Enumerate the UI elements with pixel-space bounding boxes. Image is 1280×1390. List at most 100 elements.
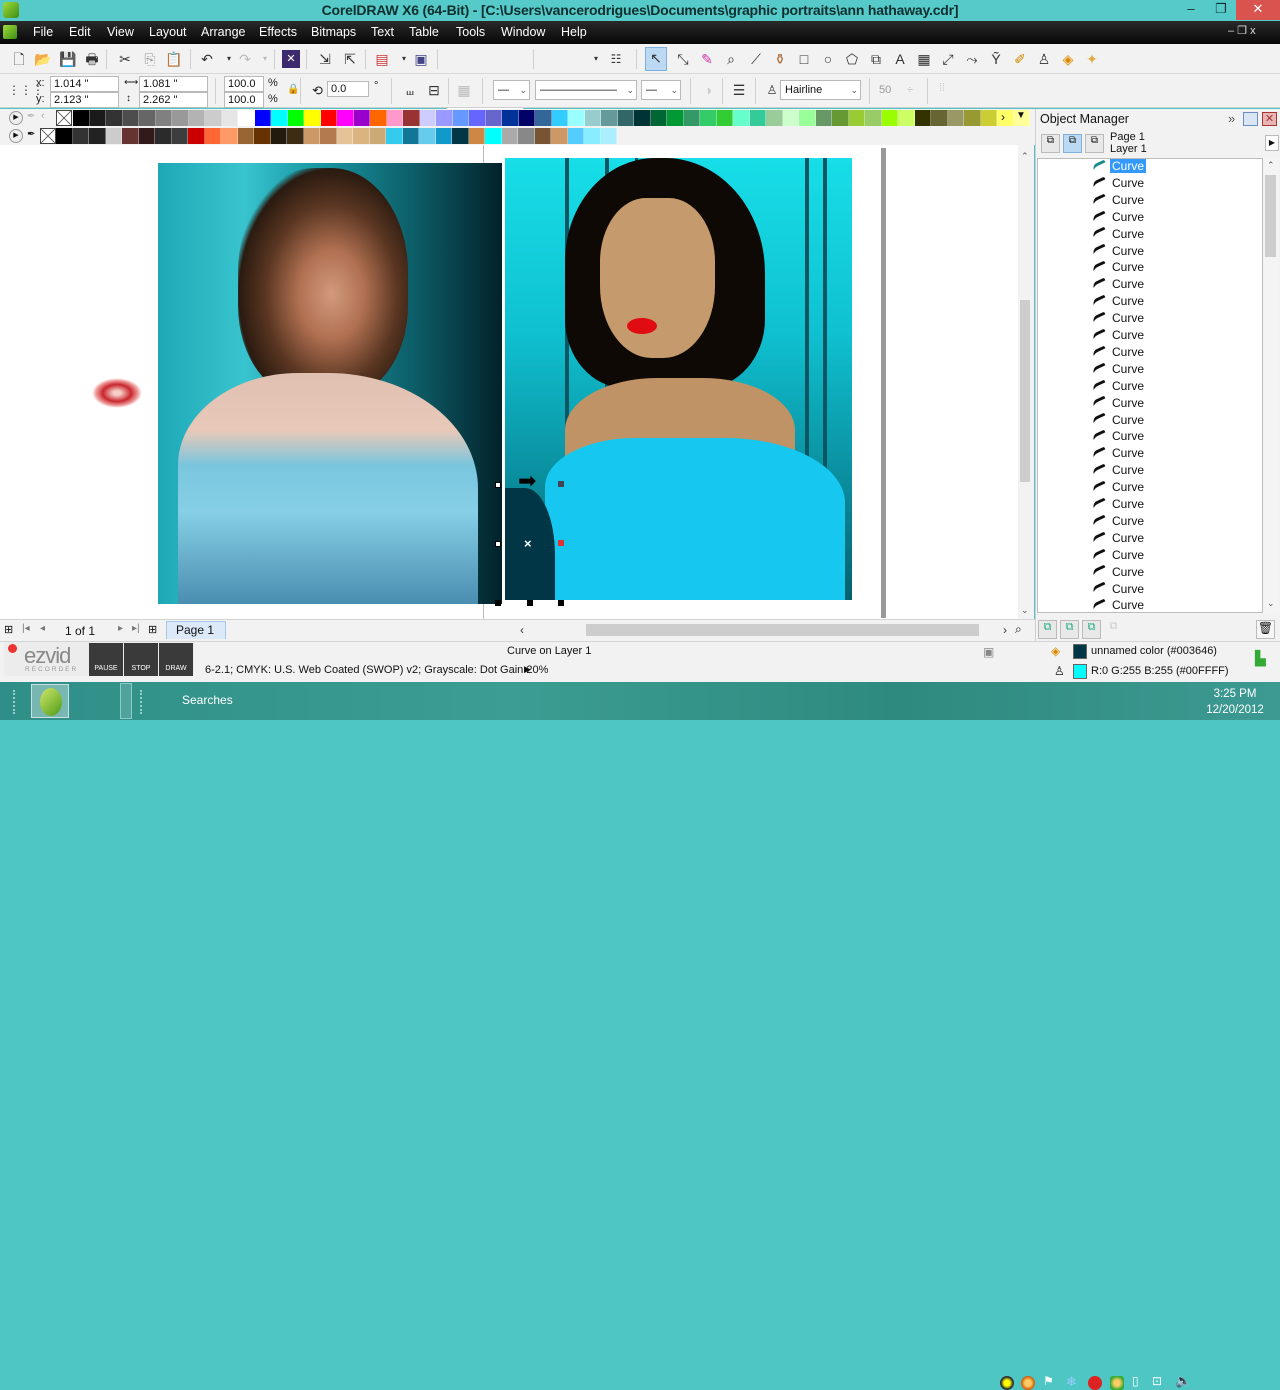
no-color-swatch[interactable] <box>40 128 56 144</box>
spin-icon[interactable]: ÷ <box>907 84 913 96</box>
color-swatch[interactable] <box>600 128 617 144</box>
color-swatch[interactable] <box>204 128 221 144</box>
tray-power-icon[interactable] <box>1088 1376 1102 1390</box>
print-icon[interactable]: 🖶 <box>82 49 102 69</box>
minimize-button[interactable]: – <box>1176 0 1206 20</box>
shape-tool-icon[interactable]: ⤡ <box>673 49 693 69</box>
close-curve-icon[interactable]: ◑ <box>698 80 718 100</box>
cut-icon[interactable]: ✂ <box>115 49 135 69</box>
x-position-input[interactable]: 1.014 " <box>50 76 119 92</box>
application-launcher-icon[interactable]: ▤ <box>372 49 392 69</box>
color-swatch[interactable] <box>502 110 519 126</box>
color-swatch[interactable] <box>320 110 337 126</box>
object-list-item[interactable]: Curve <box>1091 479 1146 496</box>
zoom-navigator-icon[interactable]: ⌕ <box>1015 622 1022 637</box>
scale-x-input[interactable]: 100.0 <box>224 76 264 92</box>
object-list[interactable] <box>1037 158 1263 613</box>
color-swatch[interactable] <box>155 110 172 126</box>
palette-menu-icon[interactable]: ▶ <box>9 129 23 143</box>
color-swatch[interactable] <box>320 128 337 144</box>
export-icon[interactable]: ⇱ <box>340 49 360 69</box>
expand-palette-icon[interactable]: ▼ <box>1016 110 1026 121</box>
color-swatch[interactable] <box>700 110 717 126</box>
show-properties-icon[interactable]: ⧉ <box>1041 134 1060 153</box>
color-swatch[interactable] <box>881 110 898 126</box>
menu-help[interactable]: Help <box>561 25 587 39</box>
tray-app-icon[interactable] <box>1021 1376 1035 1390</box>
text-tool-icon[interactable]: A <box>890 49 910 69</box>
color-swatch[interactable] <box>617 110 634 126</box>
color-swatch[interactable] <box>287 128 304 144</box>
undo-icon[interactable]: ↶ <box>197 49 217 69</box>
object-list-item[interactable]: Curve <box>1091 175 1146 192</box>
outline-color-swatch[interactable] <box>1073 664 1087 679</box>
new-master-layer-all-pages-icon[interactable]: ⧉ <box>1082 620 1101 639</box>
center-marker-icon[interactable]: × <box>524 536 532 551</box>
fill-tool-icon[interactable]: ◈ <box>1058 49 1078 69</box>
line-style-dropdown[interactable]: ——————— ⌄ <box>535 80 637 100</box>
menu-window[interactable]: Window <box>501 25 545 39</box>
vector-portrait[interactable] <box>505 158 852 600</box>
color-swatch[interactable] <box>815 110 832 126</box>
dimension-tool-icon[interactable]: ⤢ <box>938 49 958 69</box>
color-swatch[interactable] <box>205 110 222 126</box>
basic-shapes-icon[interactable]: ⧉ <box>866 49 886 69</box>
prev-page-icon[interactable]: ◂ <box>40 623 45 634</box>
color-swatch[interactable] <box>72 128 89 144</box>
color-swatch[interactable] <box>254 110 271 126</box>
connector-tool-icon[interactable]: ⤳ <box>962 49 982 69</box>
object-list-item[interactable]: Curve <box>1091 327 1146 344</box>
width-input[interactable]: 1.081 " <box>139 76 208 92</box>
color-swatch[interactable] <box>105 128 122 144</box>
color-swatch[interactable] <box>997 110 1014 126</box>
color-swatch[interactable] <box>172 110 189 126</box>
expand-status-icon[interactable]: ▶ <box>524 664 531 675</box>
action-center-flag-icon[interactable]: ⚑ <box>1043 1374 1054 1388</box>
object-list-item[interactable]: Curve <box>1091 597 1146 614</box>
menu-text[interactable]: Text <box>371 25 394 39</box>
edit-across-layers-icon[interactable]: ⧉ <box>1063 134 1082 153</box>
object-list-item[interactable]: Curve <box>1091 378 1146 395</box>
blend-tool-icon[interactable]: Ỹ <box>986 49 1006 69</box>
object-list-item[interactable]: Curve <box>1091 310 1146 327</box>
menu-view[interactable]: View <box>107 25 134 39</box>
y-position-input[interactable]: 2.123 " <box>50 92 119 108</box>
object-list-item[interactable]: Curve <box>1091 276 1146 293</box>
color-swatch[interactable] <box>848 110 865 126</box>
battery-icon[interactable]: ▯ <box>1132 1374 1139 1388</box>
ezvid-pause-button[interactable]: PAUSE <box>89 643 123 676</box>
color-swatch[interactable] <box>56 128 73 144</box>
color-swatch[interactable] <box>567 128 584 144</box>
restore-button[interactable]: ❐ <box>1206 0 1236 20</box>
color-swatch[interactable] <box>485 110 502 126</box>
color-swatch[interactable] <box>403 110 420 126</box>
add-page-after-icon[interactable]: ⊞ <box>148 623 157 636</box>
taskbar-coreldraw-button[interactable] <box>31 684 69 718</box>
selection-handle[interactable] <box>495 600 501 606</box>
object-list-item[interactable]: Curve <box>1091 158 1147 175</box>
scroll-up-icon[interactable]: ⌃ <box>1267 160 1275 171</box>
scale-y-input[interactable]: 100.0 <box>224 92 264 108</box>
color-swatch[interactable] <box>188 110 205 126</box>
color-swatch[interactable] <box>436 110 453 126</box>
color-swatch[interactable] <box>898 110 915 126</box>
document-palette-swatches[interactable] <box>56 128 617 144</box>
color-swatch[interactable] <box>337 110 354 126</box>
color-swatch[interactable] <box>271 110 288 126</box>
color-proof-icon[interactable]: ▣ <box>983 645 994 659</box>
minimize-docker-button[interactable] <box>1243 112 1258 126</box>
volume-icon[interactable]: 🔈 <box>1175 1373 1191 1389</box>
lips-sketch[interactable] <box>92 378 142 408</box>
color-swatch[interactable] <box>832 110 849 126</box>
color-swatch[interactable] <box>303 128 320 144</box>
color-swatch[interactable] <box>782 110 799 126</box>
color-swatch[interactable] <box>931 110 948 126</box>
crop-tool-icon[interactable]: ✎ <box>697 49 717 69</box>
transparency-tool-icon[interactable]: ✐ <box>1010 49 1030 69</box>
color-swatch[interactable] <box>221 128 238 144</box>
object-list-item[interactable]: Curve <box>1091 564 1146 581</box>
selection-handle[interactable] <box>495 482 501 488</box>
color-swatch[interactable] <box>419 128 436 144</box>
color-swatch[interactable] <box>254 128 271 144</box>
close-docker-button[interactable]: ✕ <box>1262 112 1277 126</box>
